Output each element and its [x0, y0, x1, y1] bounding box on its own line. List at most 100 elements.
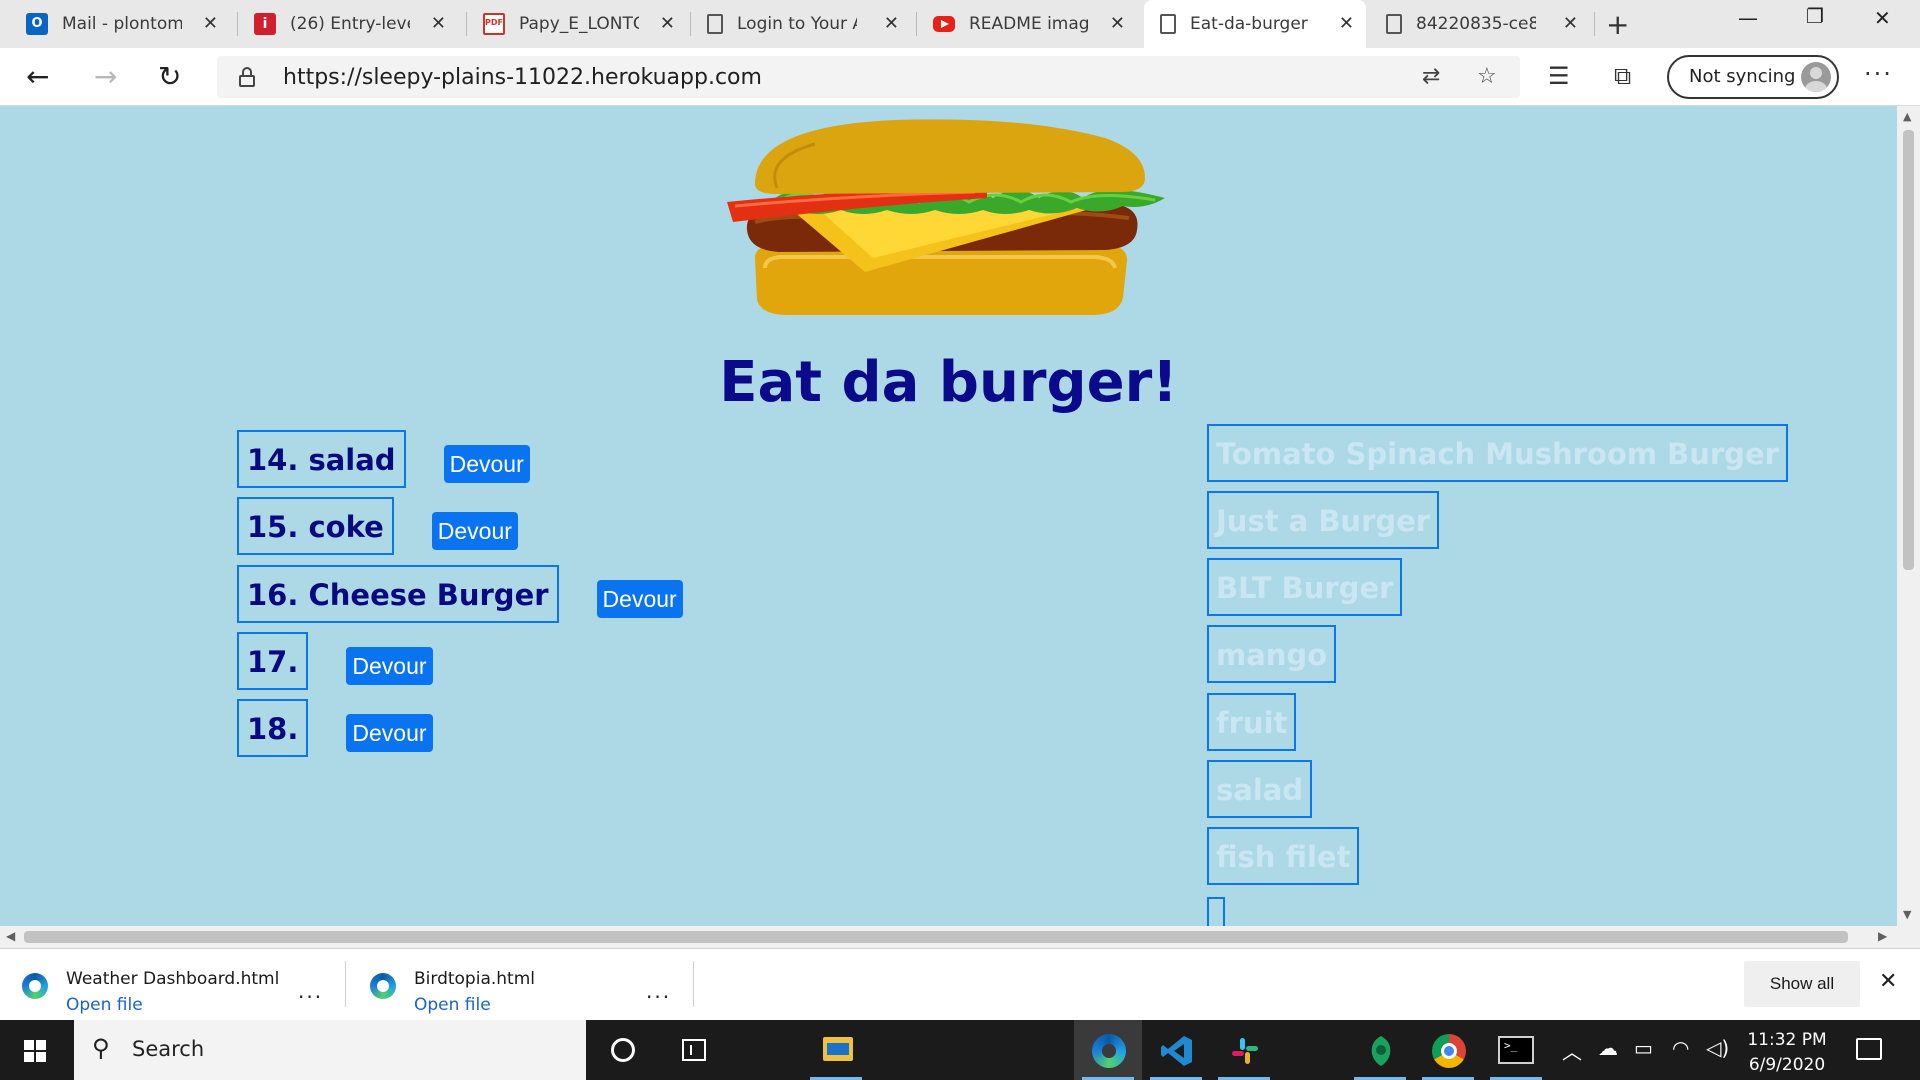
scroll-down-icon[interactable]: ▼	[1903, 908, 1911, 921]
open-file-link[interactable]: Open file	[66, 995, 143, 1015]
scroll-left-icon[interactable]: ◀	[6, 929, 15, 943]
devour-button[interactable]: Devour	[443, 445, 530, 483]
download-item[interactable]: Birdtopia.html Open file ...	[346, 959, 686, 1015]
close-icon[interactable]: ✕	[1339, 13, 1354, 34]
vertical-scrollbar[interactable]: ▲ ▼	[1897, 106, 1920, 926]
file-explorer-app[interactable]	[802, 1020, 870, 1080]
devour-button[interactable]: Devour	[431, 512, 518, 550]
burger-name: 17.	[237, 632, 309, 690]
devoured-item: fish filet	[1207, 827, 1360, 885]
tab-title: (26) Entry-level	[290, 14, 410, 34]
devoured-item: BLT Burger	[1207, 558, 1403, 616]
chrome-icon	[1432, 1034, 1466, 1068]
search-placeholder: Search	[132, 1037, 205, 1061]
avatar	[1801, 62, 1831, 92]
tab-mail[interactable]: O Mail - plontomb ✕	[10, 0, 230, 48]
vscode-app[interactable]	[1142, 1020, 1210, 1080]
horizontal-scroll-thumb[interactable]	[24, 931, 1848, 943]
tab-login[interactable]: Login to Your A ✕	[691, 0, 911, 48]
close-icon[interactable]: ✕	[660, 13, 675, 34]
burger-illustration	[727, 119, 1165, 315]
burger-item: 14. salad Devour	[237, 430, 530, 488]
chrome-app[interactable]	[1414, 1020, 1482, 1080]
taskbar-search[interactable]: ⚲ Search	[74, 1020, 586, 1080]
windows-start-icon[interactable]	[24, 1040, 46, 1062]
horizontal-scrollbar[interactable]: ◀ ▶	[0, 926, 1920, 948]
volume-icon[interactable]: ◁)	[1706, 1036, 1729, 1060]
page-icon	[1386, 14, 1402, 34]
notifications-icon[interactable]	[1856, 1038, 1882, 1060]
terminal-icon	[1498, 1036, 1534, 1064]
edge-app[interactable]	[1074, 1020, 1142, 1080]
vertical-scroll-thumb[interactable]	[1903, 130, 1914, 570]
tab-title: Login to Your A	[737, 14, 857, 34]
close-icon[interactable]: ✕	[203, 13, 218, 34]
slack-app[interactable]	[1210, 1020, 1278, 1080]
tab-84220835[interactable]: 84220835-ce8c ✕	[1370, 0, 1590, 48]
burger-item: 15. coke Devour	[237, 497, 518, 555]
devour-button[interactable]: Devour	[596, 580, 683, 618]
favorite-star-icon[interactable]: ☆	[1477, 64, 1497, 89]
scroll-right-icon[interactable]: ▶	[1878, 929, 1887, 943]
pdf-icon: PDF	[483, 13, 505, 35]
more-options-icon[interactable]: ...	[298, 979, 323, 1003]
forward-icon[interactable]: →	[94, 60, 117, 93]
restore-icon[interactable]: ❐	[1806, 4, 1824, 28]
battery-icon[interactable]: ▭	[1634, 1036, 1653, 1060]
more-options-icon[interactable]: ...	[646, 979, 671, 1003]
clock-date: 6/9/2020	[1748, 1055, 1826, 1075]
cortana-icon[interactable]	[611, 1038, 635, 1062]
minimize-icon[interactable]: —	[1738, 6, 1758, 30]
address-bar[interactable]: https://sleepy-plains-11022.herokuapp.co…	[217, 56, 1520, 98]
close-icon[interactable]: ✕	[1110, 13, 1125, 34]
page-title: Eat da burger!	[719, 350, 1178, 415]
devoured-item: salad	[1207, 760, 1313, 818]
close-icon[interactable]: ✕	[884, 13, 899, 34]
devoured-item: mango	[1207, 625, 1337, 683]
task-view-icon[interactable]	[682, 1039, 706, 1061]
favorites-list-icon[interactable]: ☰	[1548, 62, 1570, 90]
download-item[interactable]: Weather Dashboard.html Open file ...	[0, 959, 340, 1015]
taskbar: ⚲ Search >_ ︿ ☁ ▭ ◠ ◁) 11:32 PM 6/9/2020	[0, 1020, 1920, 1080]
terminal-app[interactable]	[1482, 1020, 1550, 1080]
edge-icon	[1092, 1034, 1126, 1068]
close-icon[interactable]: ✕	[1563, 13, 1578, 34]
translate-icon[interactable]: ⇄	[1422, 64, 1440, 89]
tray-chevron-icon[interactable]: ︿	[1562, 1036, 1582, 1065]
open-file-link[interactable]: Open file	[414, 995, 491, 1015]
new-tab-icon[interactable]: +	[1606, 8, 1629, 41]
show-all-button[interactable]: Show all	[1744, 961, 1860, 1007]
tab-eat-da-burger[interactable]: Eat-da-burger! ✕	[1144, 0, 1366, 48]
more-menu-icon[interactable]: ···	[1864, 60, 1893, 88]
system-clock[interactable]: 11:32 PM 6/9/2020	[1742, 1028, 1832, 1078]
devoured-item: Just a Burger	[1207, 491, 1440, 549]
url-text[interactable]: https://sleepy-plains-11022.herokuapp.co…	[283, 65, 762, 90]
tab-pdf[interactable]: PDF Papy_E_LONTON ✕	[467, 0, 687, 48]
page-viewport: Eat da burger! 14. salad Devour 15. coke…	[0, 106, 1897, 926]
gitkraken-app[interactable]	[1346, 1020, 1414, 1080]
tab-readme[interactable]: README image ✕	[917, 0, 1137, 48]
devour-button[interactable]: Devour	[346, 714, 433, 752]
scroll-up-icon[interactable]: ▲	[1903, 110, 1911, 123]
downloads-bar: Weather Dashboard.html Open file ... Bir…	[0, 948, 1920, 1020]
burger-item: 16. Cheese Burger Devour	[237, 565, 683, 623]
close-downloads-icon[interactable]: ✕	[1879, 969, 1897, 994]
gitkraken-icon	[1371, 1036, 1391, 1066]
wifi-icon[interactable]: ◠	[1672, 1036, 1689, 1060]
edge-file-icon	[22, 973, 48, 999]
download-separator	[693, 961, 694, 1007]
profile-button[interactable]: Not syncing	[1667, 55, 1839, 99]
back-icon[interactable]: ←	[26, 60, 49, 93]
refresh-icon[interactable]: ↻	[158, 60, 181, 93]
devour-button[interactable]: Devour	[346, 647, 433, 685]
close-icon[interactable]: ✕	[431, 13, 446, 34]
tab-entry-level[interactable]: i (26) Entry-level ✕	[238, 0, 458, 48]
tab-separator	[1594, 12, 1595, 36]
close-window-icon[interactable]: ✕	[1874, 6, 1891, 30]
youtube-icon	[933, 16, 955, 32]
tab-title: README image	[969, 14, 1089, 34]
burger-name: 14. salad	[237, 430, 406, 488]
onedrive-icon[interactable]: ☁	[1598, 1036, 1618, 1060]
collections-icon[interactable]: ⧉	[1614, 62, 1631, 90]
slack-icon	[1232, 1038, 1258, 1064]
